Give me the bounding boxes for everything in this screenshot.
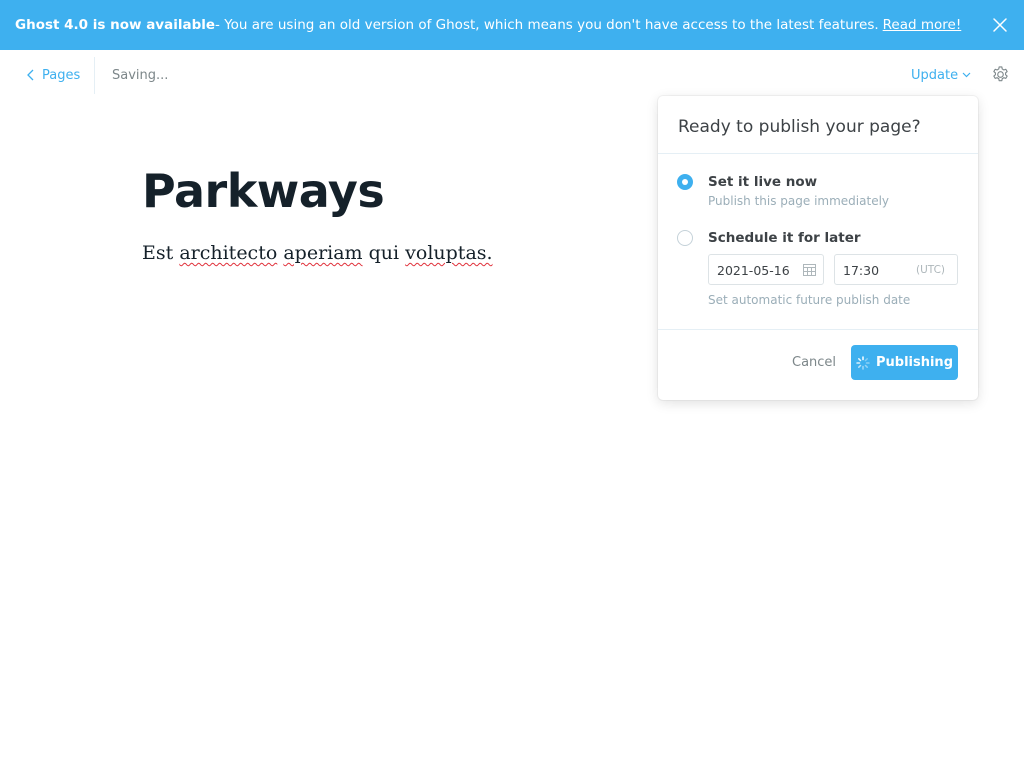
divider <box>658 153 978 154</box>
body-word: qui <box>368 242 400 264</box>
time-value: 17:30 <box>843 263 880 278</box>
chevron-left-icon <box>27 69 34 81</box>
divider <box>658 329 978 330</box>
publish-menu-title: Ready to publish your page? <box>678 117 921 137</box>
save-status: Saving... <box>112 68 169 83</box>
publish-now-radio[interactable] <box>677 174 693 190</box>
gear-icon[interactable] <box>991 65 1010 84</box>
date-value: 2021-05-16 <box>717 263 790 278</box>
post-title[interactable]: Parkways <box>142 164 385 218</box>
body-word: Est <box>142 242 174 264</box>
publish-now-label[interactable]: Set it live now <box>708 174 817 190</box>
publish-label: Publishing <box>875 355 953 370</box>
schedule-label[interactable]: Schedule it for later <box>708 230 861 246</box>
chevron-down-icon <box>962 72 971 78</box>
date-input[interactable]: 2021-05-16 <box>708 254 824 285</box>
banner-headline: Ghost 4.0 is now available <box>15 17 216 33</box>
upgrade-banner: Ghost 4.0 is now available - You are usi… <box>0 0 1024 50</box>
schedule-description: Set automatic future publish date <box>708 293 911 307</box>
timezone-label: (UTC) <box>915 264 945 276</box>
update-button[interactable]: Update <box>911 66 971 84</box>
update-label: Update <box>911 67 959 83</box>
back-label: Pages <box>42 67 81 83</box>
read-more-link[interactable]: Read more! <box>883 17 962 33</box>
post-body[interactable]: Est architecto aperiam qui voluptas. <box>142 242 493 264</box>
calendar-icon[interactable] <box>803 263 816 276</box>
time-input[interactable]: 17:30 (UTC) <box>834 254 958 285</box>
spinner-icon <box>856 355 870 370</box>
banner-message: - You are using an old version of Ghost,… <box>215 17 879 33</box>
header-divider <box>94 57 95 94</box>
publish-now-description: Publish this page immediately <box>708 194 890 208</box>
schedule-radio[interactable] <box>677 230 693 246</box>
publish-button[interactable]: Publishing <box>851 345 958 380</box>
cancel-button[interactable]: Cancel <box>792 355 836 370</box>
body-word: voluptas. <box>405 242 493 264</box>
close-icon[interactable] <box>990 15 1010 35</box>
body-word: architecto <box>179 242 278 264</box>
back-to-pages-link[interactable]: Pages <box>26 66 80 84</box>
publish-menu: Ready to publish your page? Set it live … <box>658 96 978 400</box>
body-word: aperiam <box>283 242 363 264</box>
